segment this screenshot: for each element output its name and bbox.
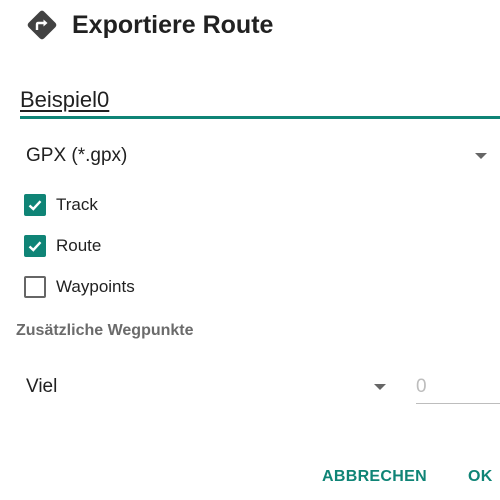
route-checkbox[interactable] [24, 235, 46, 257]
route-directions-icon [24, 7, 60, 43]
export-route-dialog: Exportiere Route GPX (*.gpx) Track Route… [0, 0, 500, 500]
waypoint-count-input[interactable] [416, 372, 500, 402]
route-name-input[interactable] [20, 85, 500, 115]
route-label: Route [56, 236, 102, 255]
route-option[interactable]: Route [24, 233, 101, 259]
route-name-field[interactable] [20, 85, 500, 119]
waypoint-count-field[interactable] [416, 372, 500, 404]
additional-waypoints-label: Zusätzliche Wegpunkte [16, 322, 194, 339]
cancel-button[interactable]: ABBRECHEN [322, 468, 427, 486]
waypoint-amount-dropdown[interactable]: Viel [0, 364, 400, 410]
checkmark-icon [28, 200, 42, 211]
checkmark-icon [28, 241, 42, 252]
waypoints-label: Waypoints [56, 277, 135, 296]
format-dropdown[interactable]: GPX (*.gpx) [0, 134, 500, 180]
dialog-title: Exportiere Route [72, 10, 274, 39]
dialog-header: Exportiere Route [24, 6, 273, 44]
track-checkbox[interactable] [24, 194, 46, 216]
dropdown-arrow-icon [374, 384, 386, 390]
format-selected-value: GPX (*.gpx) [26, 145, 128, 166]
dropdown-arrow-icon [475, 153, 487, 159]
waypoints-checkbox[interactable] [24, 276, 46, 298]
ok-button[interactable]: OK [468, 468, 493, 486]
waypoints-option[interactable]: Waypoints [24, 274, 135, 300]
track-label: Track [56, 195, 98, 214]
amount-selected-value: Viel [26, 376, 58, 397]
track-option[interactable]: Track [24, 192, 98, 218]
